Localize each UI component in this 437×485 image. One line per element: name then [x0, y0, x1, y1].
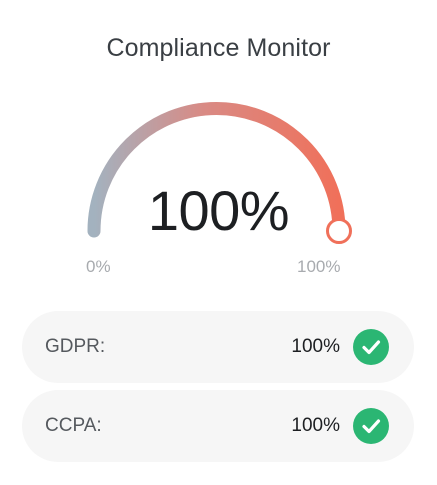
- check-circle-icon: [353, 408, 389, 444]
- gauge-max-label: 100%: [297, 257, 341, 276]
- gauge-value: 100%: [147, 179, 290, 242]
- check-circle-icon: [353, 329, 389, 365]
- compliance-row-ccpa: CCPA: 100%: [22, 390, 414, 462]
- row-value: 100%: [291, 336, 340, 357]
- row-label: GDPR:: [45, 336, 106, 357]
- row-value: 100%: [291, 415, 340, 436]
- compliance-row-gdpr: GDPR: 100%: [22, 311, 414, 383]
- compliance-gauge: [87, 102, 352, 244]
- compliance-monitor-widget: Compliance Monitor 100% 0% 100% GDPR: 10…: [0, 0, 437, 485]
- row-label: CCPA:: [45, 415, 102, 436]
- gauge-min-label: 0%: [86, 257, 111, 276]
